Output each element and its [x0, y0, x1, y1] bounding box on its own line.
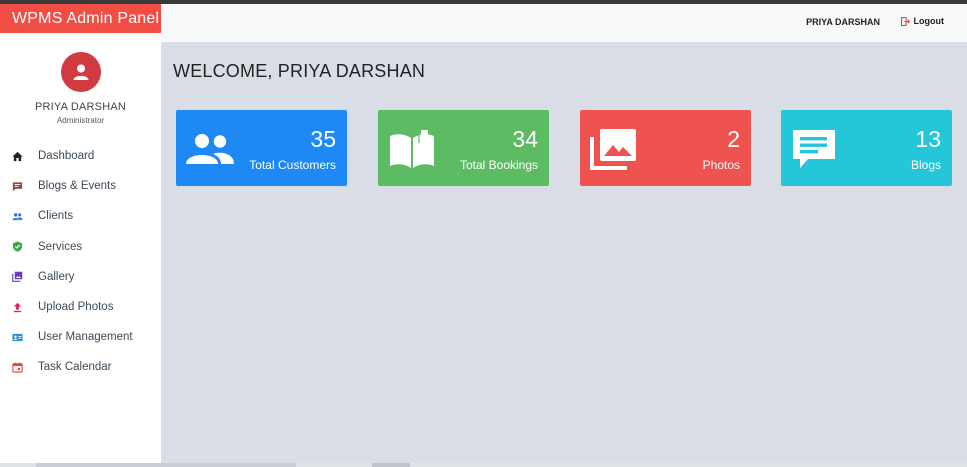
sidebar: PRIYA DARSHAN Administrator Dashboard Bl…	[0, 33, 161, 463]
card-total-customers[interactable]: 35 Total Customers	[176, 110, 347, 186]
sidebar-item-label: Services	[38, 240, 83, 253]
sidebar-item-gallery[interactable]: Gallery	[0, 262, 161, 292]
scrollbar-thumb[interactable]	[372, 463, 410, 467]
card-value: 34	[512, 126, 538, 152]
people-icon	[12, 211, 23, 222]
card-total-bookings[interactable]: 34 Total Bookings	[378, 110, 549, 186]
window-bottom-scrollbar[interactable]	[0, 463, 967, 467]
logout-icon	[900, 16, 910, 26]
sidebar-item-label: Task Calendar	[38, 361, 112, 374]
card-value: 13	[915, 126, 941, 152]
card-caption: Blogs	[910, 158, 941, 172]
upload-icon	[12, 302, 23, 313]
id-card-icon	[12, 332, 23, 343]
header-user-name[interactable]: PRIYA DARSHAN	[806, 17, 880, 27]
sidebar-item-label: User Management	[38, 331, 133, 344]
sidebar-item-user-management[interactable]: User Management	[0, 322, 161, 352]
user-icon	[73, 64, 89, 80]
scrollbar-segment	[36, 463, 296, 467]
comment-icon	[12, 181, 23, 192]
calendar-icon	[12, 362, 23, 373]
book-icon	[387, 128, 437, 170]
sidebar-item-upload-photos[interactable]: Upload Photos	[0, 292, 161, 322]
card-value: 2	[727, 126, 740, 152]
card-caption: Total Customers	[249, 158, 336, 172]
main-content: WELCOME, PRIYA DARSHAN 35 Total Customer…	[161, 42, 967, 463]
card-value: 35	[310, 126, 336, 152]
logout-button[interactable]: Logout	[900, 16, 945, 26]
avatar[interactable]	[61, 52, 101, 92]
card-blogs[interactable]: 13 Blogs	[781, 110, 952, 186]
sidebar-item-clients[interactable]: Clients	[0, 201, 161, 231]
card-caption: Total Bookings	[459, 158, 538, 172]
logout-label: Logout	[913, 16, 945, 26]
sidebar-item-label: Clients	[38, 210, 74, 223]
card-caption: Photos	[702, 158, 740, 172]
sidebar-item-dashboard[interactable]: Dashboard	[0, 141, 161, 171]
sidebar-item-label: Upload Photos	[38, 301, 114, 314]
profile-name: PRIYA DARSHAN	[34, 101, 127, 113]
sidebar-nav: Dashboard Blogs & Events Clients Service…	[0, 141, 161, 383]
people-icon	[185, 128, 235, 170]
gallery-icon	[12, 271, 23, 283]
home-icon	[12, 151, 23, 162]
sidebar-item-blogs-events[interactable]: Blogs & Events	[0, 171, 161, 201]
message-icon	[790, 128, 840, 170]
card-photos[interactable]: 2 Photos	[580, 110, 751, 186]
shield-check-icon	[12, 241, 23, 252]
sidebar-item-task-calendar[interactable]: Task Calendar	[0, 352, 161, 382]
page-title: WELCOME, PRIYA DARSHAN	[173, 61, 426, 81]
sidebar-item-label: Gallery	[38, 270, 75, 283]
profile-role: Administrator	[56, 116, 105, 125]
sidebar-item-label: Blogs & Events	[38, 180, 116, 193]
app-brand[interactable]: WPMS Admin Panel	[0, 4, 161, 33]
photo-library-icon	[589, 128, 639, 170]
top-navbar: PRIYA DARSHAN Logout	[161, 4, 967, 42]
sidebar-item-services[interactable]: Services	[0, 232, 161, 262]
sidebar-item-label: Dashboard	[38, 150, 95, 163]
